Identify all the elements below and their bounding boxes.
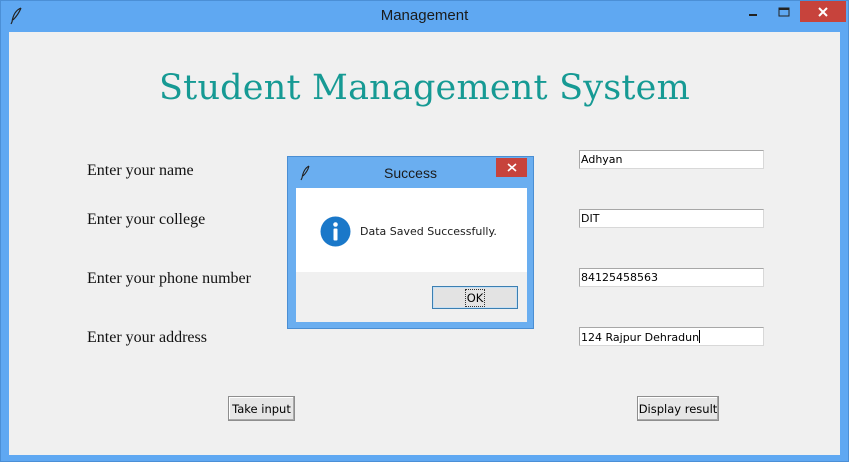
maximize-icon — [778, 7, 790, 16]
maximize-button[interactable] — [770, 1, 798, 22]
address-field[interactable]: 124 Rajpur Dehradun — [579, 327, 764, 346]
dialog-body: Data Saved Successfully. — [296, 188, 527, 272]
minimize-button[interactable] — [738, 1, 768, 22]
take-input-button[interactable]: Take input — [228, 396, 295, 421]
address-label: Enter your address — [87, 329, 207, 346]
phone-label: Enter your phone number — [87, 270, 251, 287]
window-title: Management — [380, 7, 469, 24]
info-icon — [320, 216, 351, 247]
close-button[interactable] — [800, 1, 846, 22]
display-result-button[interactable]: Display result — [637, 396, 719, 421]
name-label: Enter your name — [87, 162, 194, 179]
phone-field[interactable]: 84125458563 — [579, 268, 764, 287]
dialog-close-button[interactable] — [496, 158, 527, 177]
close-icon — [818, 6, 828, 17]
name-field[interactable]: Adhyan — [579, 150, 764, 169]
name-field-value: Adhyan — [581, 153, 623, 166]
phone-field-value: 84125458563 — [581, 271, 658, 284]
minimize-icon — [749, 13, 757, 16]
text-caret — [699, 330, 701, 343]
close-icon — [506, 163, 517, 172]
college-field[interactable]: DIT — [579, 209, 764, 228]
dialog-message: Data Saved Successfully. — [360, 225, 497, 238]
address-field-value: 124 Rajpur Dehradun — [581, 331, 700, 344]
college-field-value: DIT — [581, 212, 600, 225]
title-bar[interactable]: Management — [1, 1, 848, 31]
college-label: Enter your college — [87, 211, 206, 228]
success-dialog: Success Data Saved Successfully. OK — [287, 156, 534, 329]
dialog-footer: OK — [296, 272, 527, 322]
ok-button[interactable]: OK — [432, 286, 518, 309]
ok-button-label: OK — [464, 288, 486, 307]
page-title: Student Management System — [159, 68, 690, 108]
